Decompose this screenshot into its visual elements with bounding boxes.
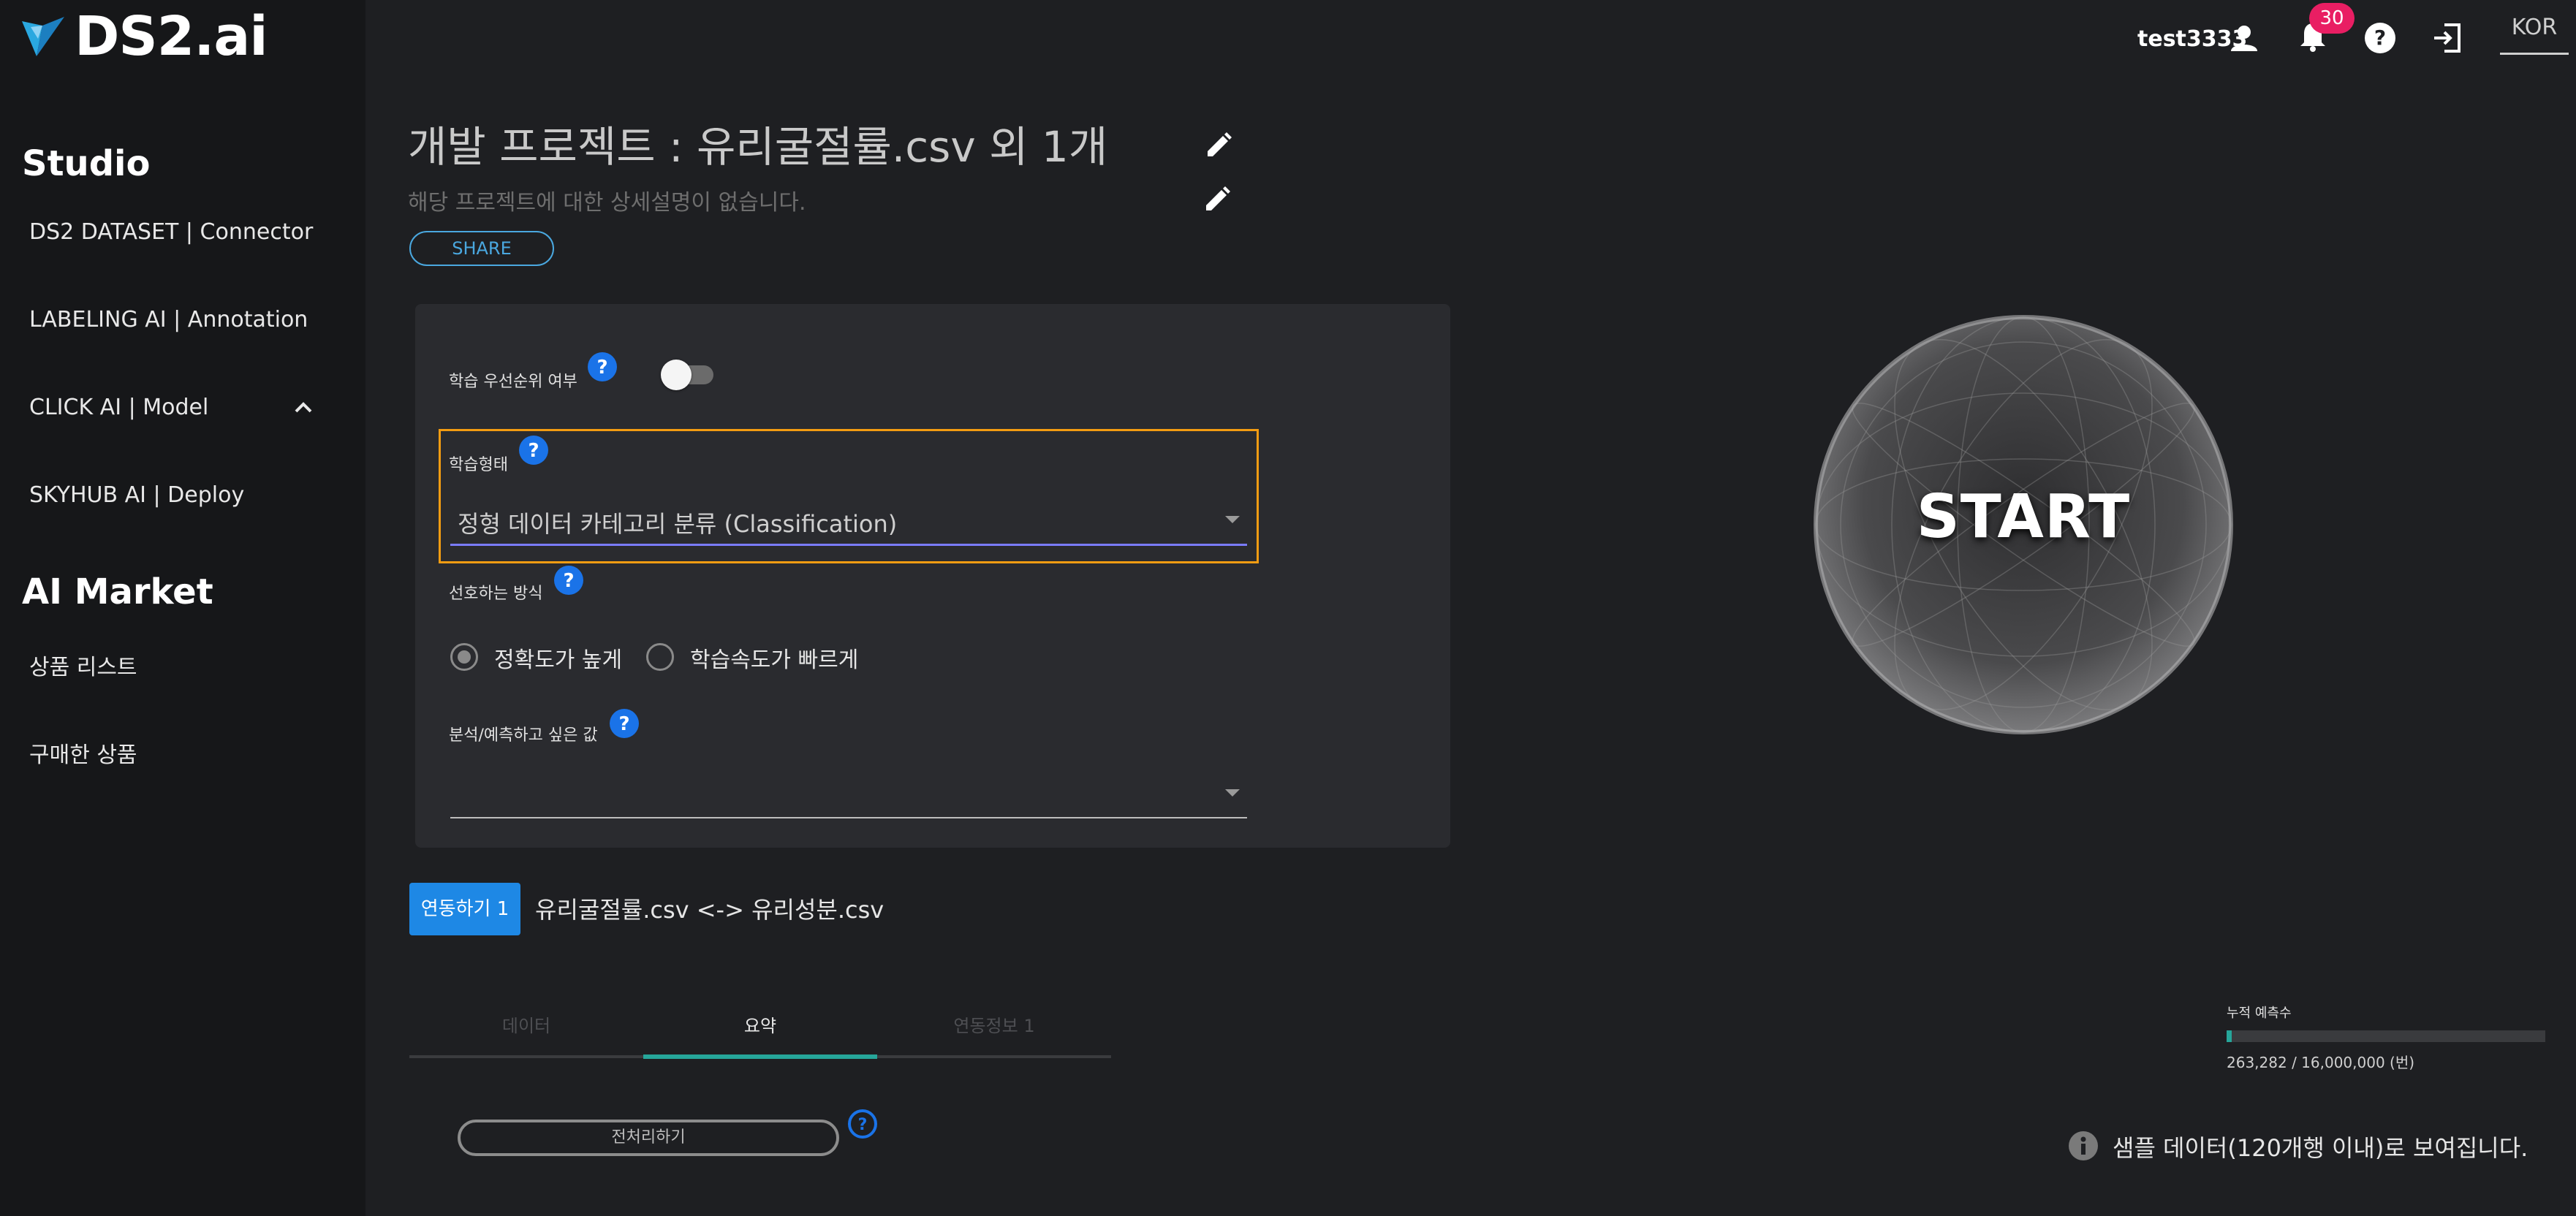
user-icon[interactable] [2227,20,2262,56]
tab-active-indicator [643,1054,877,1059]
start-label[interactable]: START [1813,482,2234,552]
link-description: 유리굴절률.csv <-> 유리성분.csv [535,896,884,924]
preprocess-button[interactable]: 전처리하기 [458,1120,839,1156]
sidebar-item-click-ai[interactable]: CLICK AI | Model [29,395,208,420]
target-select[interactable] [450,770,1247,818]
dropdown-caret-icon [1225,516,1240,523]
help-icon[interactable]: ? [2363,20,2398,56]
svg-text:?: ? [2374,26,2386,50]
target-help-icon[interactable]: ? [608,707,640,740]
link-button[interactable]: 연동하기 1 [409,883,520,935]
tab-link-info[interactable]: 연동정보 1 [877,1011,1111,1055]
svg-text:?: ? [596,357,607,379]
svg-text:?: ? [858,1116,868,1134]
learning-type-value: 정형 데이터 카테고리 분류 (Classification) [458,510,898,538]
project-description: 해당 프로젝트에 대한 상세설명이 없습니다. [408,190,806,216]
edit-title-pencil-icon[interactable] [1202,129,1235,162]
priority-toggle-knob[interactable] [661,360,692,390]
sidebar-item-ds2-dataset[interactable]: DS2 DATASET | Connector [29,219,313,245]
ds2-logo-icon [22,17,64,56]
sample-data-note: 샘플 데이터(120개행 이내)로 보여집니다. [2113,1134,2528,1162]
studio-section-title: Studio [22,143,151,184]
language-underline [2500,53,2569,55]
svg-text:?: ? [528,440,539,462]
learning-type-label: 학습형태 [449,456,508,474]
sidebar-item-skyhub-ai[interactable]: SKYHUB AI | Deploy [29,482,244,508]
share-button[interactable]: SHARE [409,231,554,266]
preprocess-help-icon[interactable]: ? [846,1108,879,1140]
learning-type-help-icon[interactable]: ? [518,434,550,466]
sidebar-item-purchased[interactable]: 구매한 상품 [29,737,137,769]
dropdown-caret-icon [1225,789,1240,797]
brand-logo[interactable]: DS2.ai [20,5,268,68]
svg-text:?: ? [563,570,574,592]
preference-label: 선호하는 방식 [449,585,543,603]
notification-badge: 30 [2309,3,2355,34]
priority-help-icon[interactable]: ? [586,351,618,383]
svg-text:?: ? [618,713,629,735]
preference-help-icon[interactable]: ? [553,564,585,596]
tab-summary[interactable]: 요약 [643,1011,877,1055]
preference-speed-label[interactable]: 학습속도가 빠르게 [690,642,858,674]
edit-description-pencil-icon[interactable] [1200,183,1234,216]
preference-accuracy-label[interactable]: 정확도가 높게 [494,642,622,674]
priority-label: 학습 우선순위 여부 [449,373,577,391]
learning-type-select[interactable]: 정형 데이터 카테고리 분류 (Classification) [450,497,1247,546]
tab-data[interactable]: 데이터 [409,1011,643,1055]
prediction-count: 263,282 / 16,000,000 (번) [2227,1054,2415,1071]
brand-name: DS2.ai [75,5,268,68]
prediction-progress-fill [2227,1030,2232,1042]
preference-speed-radio[interactable] [646,643,674,671]
chevron-up-icon[interactable] [291,395,316,420]
project-title: 개발 프로젝트 : 유리굴절률.csv 외 1개 [408,122,1108,172]
prediction-progress-bar [2227,1030,2545,1042]
logout-icon[interactable] [2430,20,2465,56]
language-selector[interactable]: KOR [2500,15,2569,40]
sidebar-item-product-list[interactable]: 상품 리스트 [29,649,137,681]
target-label: 분석/예측하고 싶은 값 [449,726,598,745]
prediction-label: 누적 예측수 [2227,1006,2292,1021]
ai-market-section-title: AI Market [22,571,213,612]
preference-accuracy-radio[interactable] [450,643,478,671]
info-icon [2069,1131,2098,1160]
sidebar-item-labeling-ai[interactable]: LABELING AI | Annotation [29,307,308,332]
